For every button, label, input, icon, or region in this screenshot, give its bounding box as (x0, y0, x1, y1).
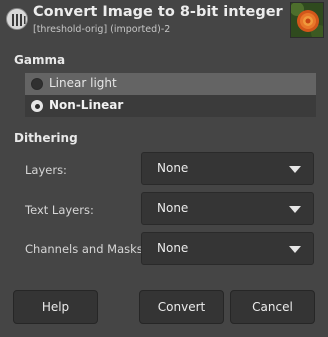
text-layers-dropdown[interactable]: None (141, 192, 314, 225)
chevron-down-icon[interactable] (289, 166, 301, 173)
image-thumbnail (290, 2, 324, 38)
layers-value: None (157, 161, 189, 175)
layers-dropdown[interactable]: None (141, 152, 314, 185)
radio-non-linear[interactable]: Non-Linear (25, 95, 316, 117)
text-layers-value: None (157, 201, 189, 215)
layers-label: Layers: (25, 163, 67, 177)
channels-label: Channels and Masks: (25, 242, 147, 256)
chevron-down-icon[interactable] (289, 246, 301, 253)
dialog-title: Convert Image to 8-bit integer (33, 4, 283, 20)
channels-dropdown[interactable]: None (141, 232, 314, 265)
convert-button[interactable]: Convert (139, 290, 224, 324)
radio-label-linear: Linear light (49, 76, 117, 90)
radio-linear-light[interactable]: Linear light (25, 73, 316, 95)
radio-unchecked-icon[interactable] (31, 78, 43, 90)
help-button[interactable]: Help (13, 290, 98, 324)
dialog-subtitle: [threshold-orig] (imported)-2 (33, 24, 171, 35)
channels-value: None (157, 241, 189, 255)
dithering-label: Dithering (14, 131, 78, 145)
dialog-header: Convert Image to 8-bit integer [threshol… (0, 0, 328, 46)
gimp-convert-icon (6, 8, 28, 30)
radio-checked-icon[interactable] (31, 100, 43, 112)
text-layers-label: Text Layers: (25, 203, 94, 217)
radio-label-non-linear: Non-Linear (49, 98, 124, 112)
gamma-label: Gamma (14, 53, 66, 67)
cancel-button[interactable]: Cancel (230, 290, 315, 324)
chevron-down-icon[interactable] (289, 206, 301, 213)
